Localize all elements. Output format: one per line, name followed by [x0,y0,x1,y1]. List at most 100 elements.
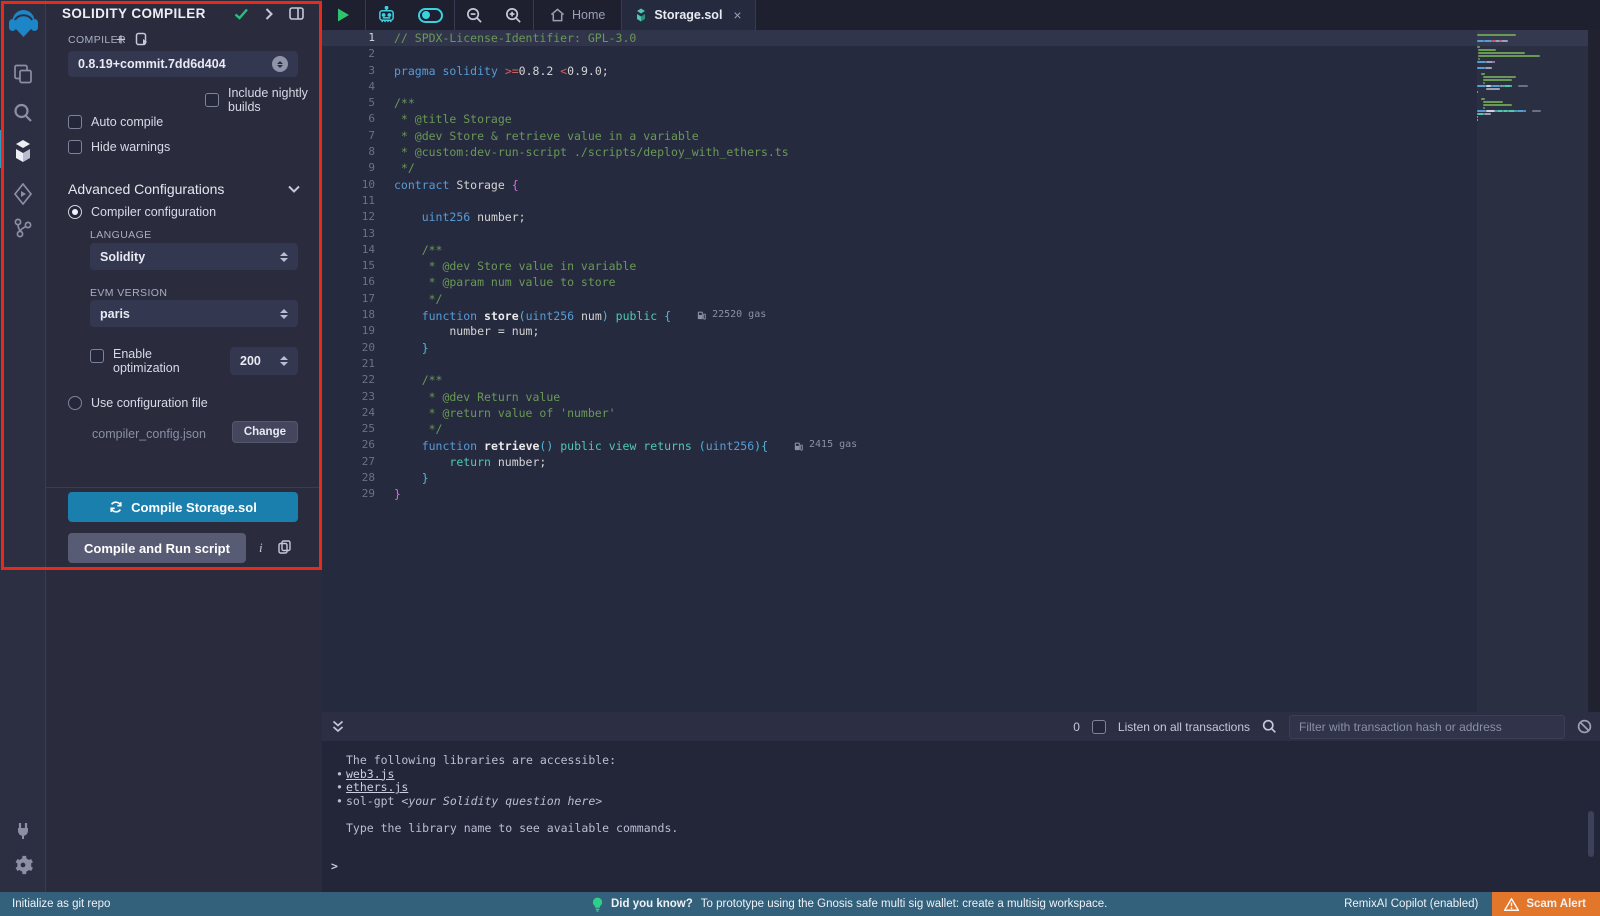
code-line: 5/** [322,95,1600,111]
git-icon[interactable] [0,211,46,245]
evm-version-select[interactable]: paris [90,300,298,327]
copy-version-icon[interactable] [135,32,149,47]
line-number: 25 [322,421,386,437]
play-icon [336,7,351,23]
info-icon[interactable]: i [259,540,263,556]
listen-all-transactions-checkbox[interactable] [1092,720,1106,734]
copy-icon[interactable] [278,540,291,554]
terminal-search-icon[interactable] [1262,719,1277,734]
terminal-output[interactable]: The following libraries are accessible:•… [322,741,1600,892]
settings-gear-icon[interactable] [0,848,46,882]
line-number: 5 [322,95,386,111]
chevron-right-icon[interactable] [265,8,273,20]
add-compiler-icon[interactable]: + [116,30,126,50]
line-number: 20 [322,340,386,356]
advanced-configurations-toggle[interactable]: Advanced Configurations [68,181,300,197]
compiler-configuration-radio[interactable] [68,205,82,219]
deploy-run-icon[interactable] [0,177,46,211]
minimap-line [1477,118,1588,121]
clear-console-icon[interactable] [1577,719,1592,734]
solidity-compiler-icon[interactable] [0,134,46,168]
tab-home-label: Home [572,8,605,22]
line-number: 16 [322,274,386,290]
auto-compile-label: Auto compile [91,115,163,129]
pin-panel-icon[interactable] [289,7,304,20]
tab-home[interactable]: Home [534,0,621,30]
code-lines: 1// SPDX-License-Identifier: GPL-3.023pr… [322,30,1600,503]
ai-copilot-robot-button[interactable] [366,0,407,30]
tip-title: Did you know? [611,898,693,910]
copilot-toggle[interactable] [407,0,454,30]
compile-button[interactable]: Compile Storage.sol [68,492,298,522]
code-line: 10contract Storage { [322,177,1600,193]
zoom-in-button[interactable] [494,0,533,30]
code-text: * @dev Return value [394,389,560,405]
editor-minimap[interactable] [1477,30,1588,712]
transaction-filter-input[interactable] [1289,715,1565,739]
tab-storage-sol[interactable]: Storage.sol × [622,0,754,30]
code-line: 19 number = num; [322,323,1600,339]
line-number: 22 [322,372,386,388]
terminal-link[interactable]: ethers.js [346,780,408,794]
code-text: * @custom:dev-run-script ./scripts/deplo… [394,144,789,160]
config-filename: compiler_config.json [92,427,206,441]
plugin-manager-icon[interactable] [0,814,46,848]
code-line: 15 * @dev Store value in variable [322,258,1600,274]
init-git-repo-button[interactable]: Initialize as git repo [0,898,110,910]
run-script-play-button[interactable] [322,0,365,30]
close-tab-icon[interactable]: × [733,7,741,23]
code-line: 29} [322,486,1600,502]
enable-optimization-checkbox[interactable] [90,349,104,363]
line-number: 6 [322,111,386,127]
toggle-terminal-icon[interactable] [332,720,344,733]
nightly-builds-label: Include nightly builds [228,86,322,114]
enable-optimization-row: Enableoptimization [90,347,180,375]
copilot-status[interactable]: RemixAI Copilot (enabled) [1344,898,1478,910]
line-number: 3 [322,63,386,79]
remix-logo-icon[interactable] [0,6,46,40]
code-text: } [394,340,429,356]
line-number: 17 [322,291,386,307]
bullet: • [336,768,343,782]
terminal-prompt[interactable]: > [331,859,338,873]
stepper-arrows-icon [280,356,288,366]
code-line: 13 [322,226,1600,242]
scam-alert-badge[interactable]: Scam Alert [1492,892,1600,916]
nightly-builds-checkbox[interactable] [205,93,219,107]
line-number: 18 [322,307,386,323]
terminal-link[interactable]: web3.js [346,767,394,781]
use-config-file-label: Use configuration file [91,396,208,410]
file-explorer-icon[interactable] [0,57,46,91]
lightbulb-icon [592,897,603,912]
code-text: * @param num value to store [394,274,616,290]
editor-tab-bar: Home Storage.sol × [322,0,1600,30]
status-bar: Initialize as git repo Did you know? To … [0,892,1600,916]
code-line: 7 * @dev Store & retrieve value in a var… [322,128,1600,144]
compiler-version-select[interactable]: 0.8.19+commit.7dd6d404 [68,51,298,77]
use-config-file-radio[interactable] [68,396,82,410]
code-text: function retrieve() public view returns … [394,437,857,453]
code-editor[interactable]: 1// SPDX-License-Identifier: GPL-3.023pr… [322,30,1600,712]
language-select[interactable]: Solidity [90,243,298,270]
hide-warnings-checkbox[interactable] [68,140,82,154]
editor-scrollbar-track[interactable] [1588,30,1600,712]
line-number: 12 [322,209,386,225]
search-icon[interactable] [0,96,46,130]
line-number: 21 [322,356,386,372]
line-number: 8 [322,144,386,160]
compiler-version-value: 0.8.19+commit.7dd6d404 [78,57,226,71]
terminal-line: •ethers.js [322,781,1600,795]
compile-and-run-button[interactable]: Compile and Run script [68,533,246,563]
code-line: 18 function store(uint256 num) public {2… [322,307,1600,323]
code-line: 16 * @param num value to store [322,274,1600,290]
scam-alert-label: Scam Alert [1526,898,1586,910]
terminal-lines: The following libraries are accessible:•… [322,754,1600,836]
code-line: 27 return number; [322,454,1600,470]
zoom-out-button[interactable] [455,0,494,30]
terminal-scrollbar[interactable] [1588,811,1594,857]
language-label: LANGUAGE [90,229,152,241]
change-config-button[interactable]: Change [232,421,298,443]
optimization-runs-input[interactable]: 200 [230,347,298,375]
terminal-line: Type the library name to see available c… [322,822,1600,836]
auto-compile-checkbox[interactable] [68,115,82,129]
